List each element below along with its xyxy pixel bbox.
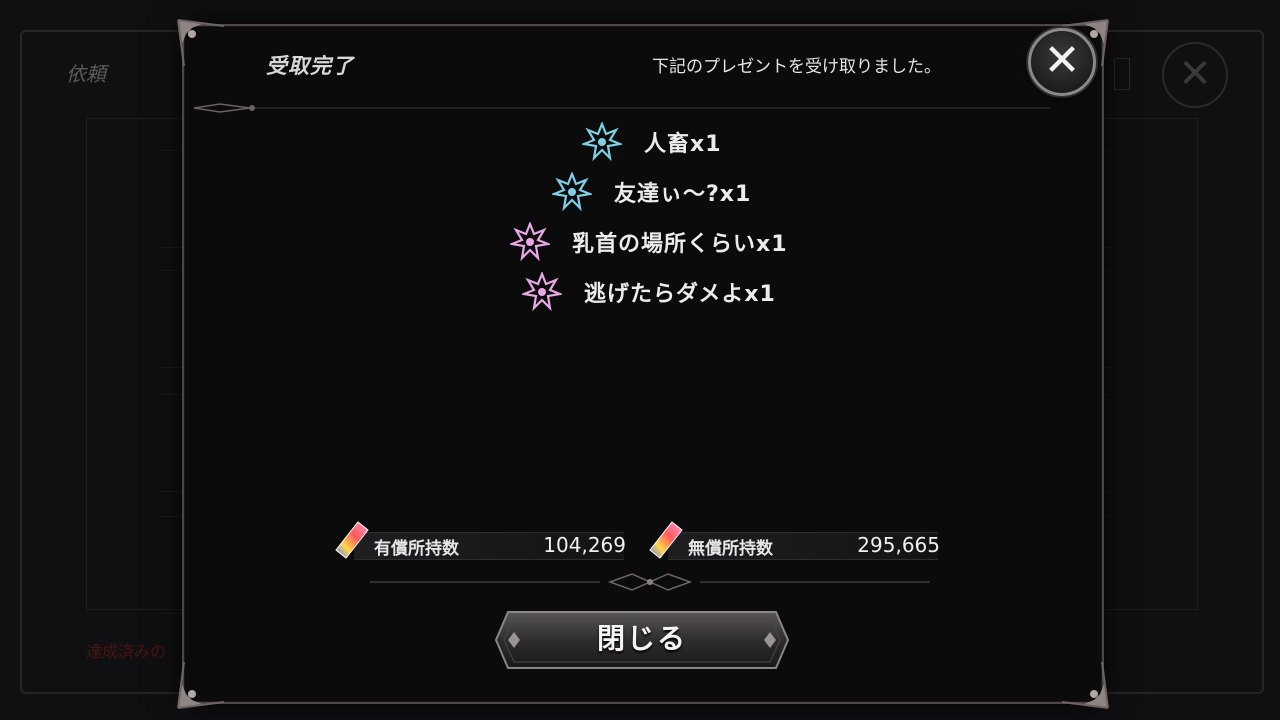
dialog-title: 受取完了 [266, 53, 354, 78]
free-currency-value: 295,665 [857, 533, 940, 557]
title-divider [193, 103, 1050, 113]
bottom-divider [370, 573, 930, 591]
close-dialog-label: 閉じる [596, 622, 687, 655]
reward-item: 乳首の場所くらいx1 [507, 220, 788, 264]
corner-ornament-icon [172, 14, 230, 72]
gem-icon [649, 521, 683, 559]
reward-name: 友達ぃ～?x1 [614, 182, 752, 207]
background-footer-text: 達成済みの [86, 642, 167, 661]
free-currency-balance: 無償所持数 295,665 [648, 521, 940, 560]
corner-ornament-icon [172, 656, 230, 714]
paid-currency-value: 104,269 [543, 533, 626, 557]
corner-ornament-icon [1056, 656, 1114, 714]
reward-name: 人畜x1 [644, 132, 722, 157]
background-title: 依頼 [66, 62, 106, 86]
close-x-icon: ✕ [1043, 35, 1081, 86]
emblem-icon [507, 221, 553, 262]
gem-icon [335, 521, 369, 559]
background-close-icon: ✕ [1162, 42, 1228, 108]
close-dialog-button[interactable]: 閉じる [494, 610, 790, 670]
emblem-icon [549, 171, 595, 212]
dialog-message: 下記のプレゼントを受け取りました。 [652, 57, 941, 77]
reward-name: 逃げたらダメよx1 [584, 282, 776, 307]
reward-name: 乳首の場所くらいx1 [572, 232, 788, 257]
reward-item: 逃げたらダメよx1 [519, 270, 776, 314]
emblem-icon [579, 121, 625, 162]
paid-currency-balance: 有償所持数 104,269 [334, 521, 626, 560]
free-currency-label: 無償所持数 [688, 539, 773, 559]
reward-item: 人畜x1 [579, 120, 722, 164]
paid-currency-label: 有償所持数 [374, 539, 459, 559]
background-arrow-icon [1114, 58, 1130, 90]
reward-item: 友達ぃ～?x1 [549, 170, 752, 214]
reward-received-dialog: 受取完了 下記のプレゼントを受け取りました。 ✕ 人畜x1 友達ぃ～?x1 乳首… [177, 19, 1109, 709]
close-x-button[interactable]: ✕ [1028, 28, 1096, 96]
emblem-icon [519, 271, 565, 312]
